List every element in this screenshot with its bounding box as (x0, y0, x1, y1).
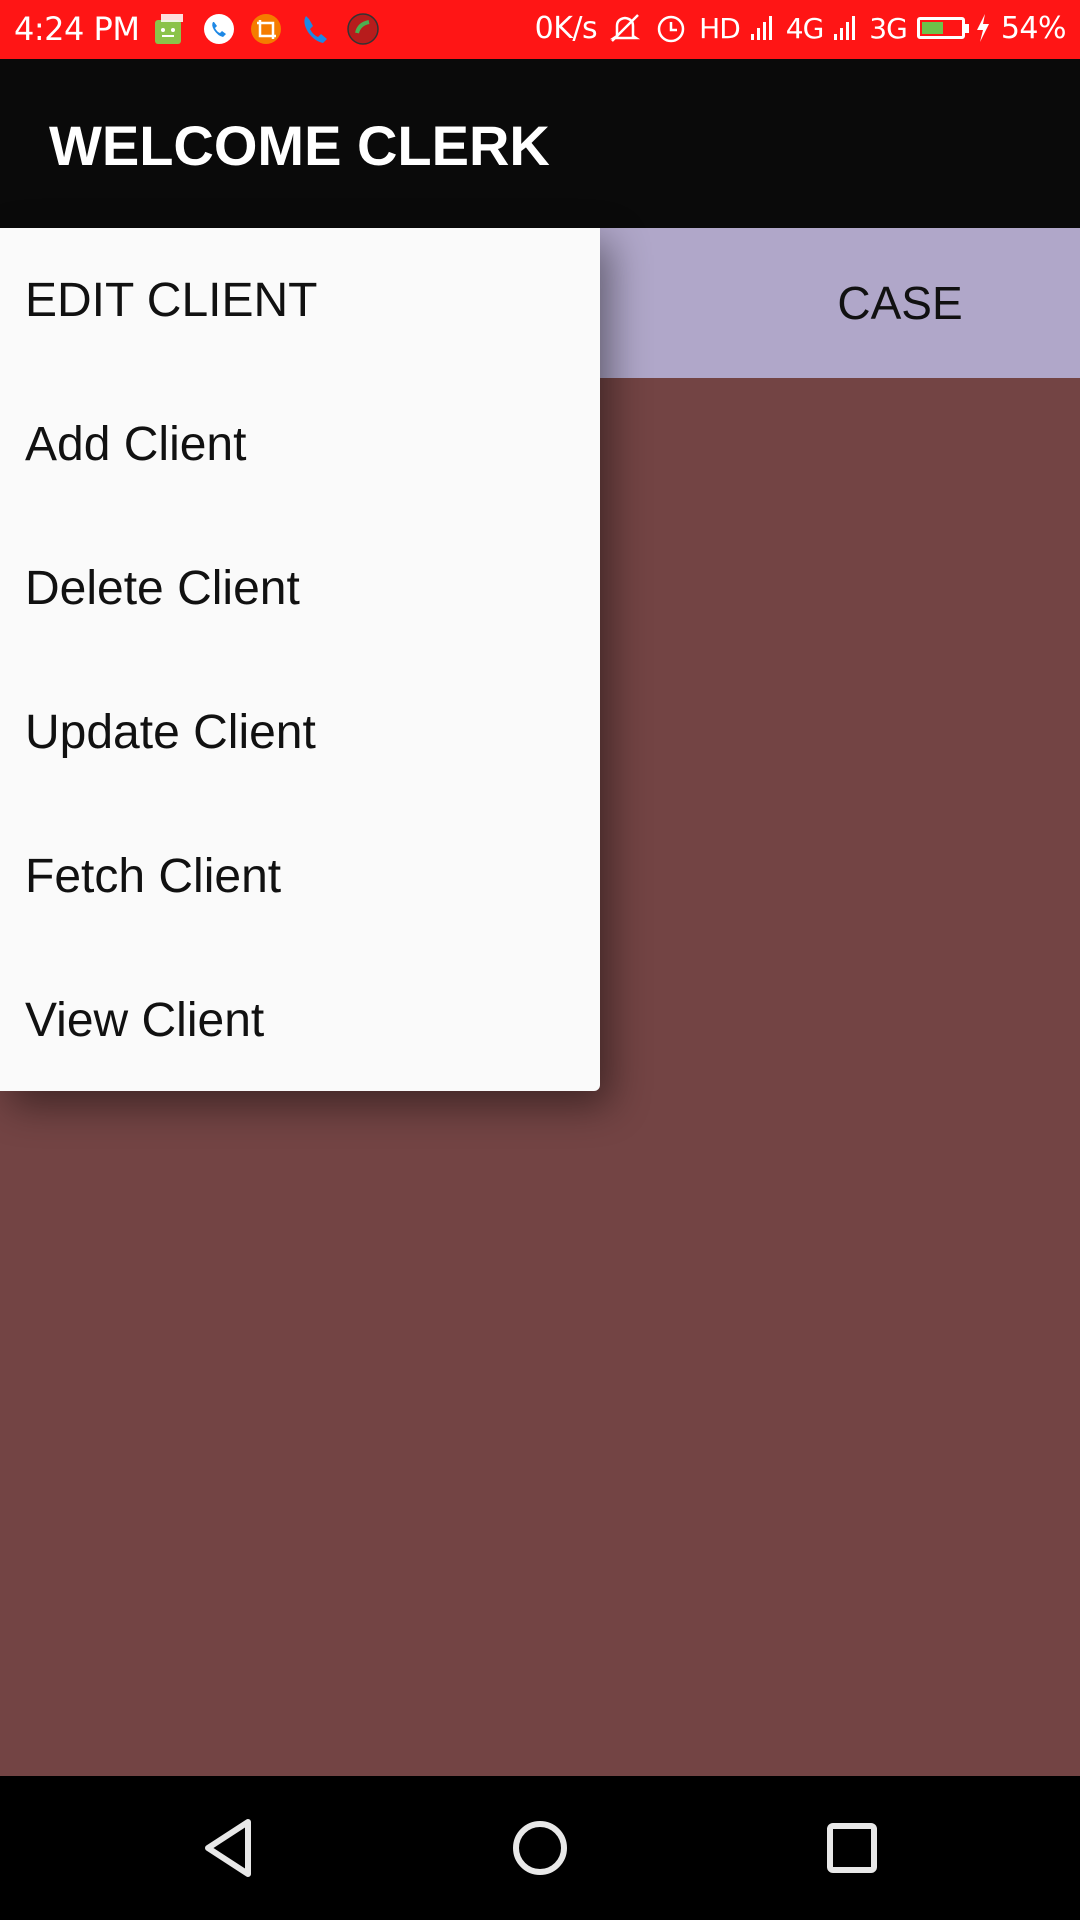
mute-icon (610, 14, 641, 42)
screenshot-icon (251, 14, 281, 44)
status-indicators: 0K/s HD 4G 3G 54% (534, 10, 1067, 46)
call-recorder-icon (347, 13, 379, 45)
menu-item-view-client[interactable]: View Client (0, 948, 600, 1092)
back-button[interactable] (178, 1798, 278, 1898)
charging-icon (976, 14, 989, 42)
network-speed: 0K/s (534, 10, 598, 46)
battery-icon (916, 17, 969, 39)
network-3g: 3G (869, 11, 908, 45)
hd-label: HD (699, 11, 741, 45)
app-bar: WELCOME CLERK (0, 59, 1080, 228)
tab-case[interactable]: CASE (790, 228, 1010, 378)
menu-item-update-client[interactable]: Update Client (0, 660, 600, 804)
battery-percent: 54% (1000, 10, 1067, 46)
menu-item-add-client[interactable]: Add Client (0, 372, 600, 516)
status-bar: 4:24 PM 0K/s HD 4G 3G 54% (0, 0, 1080, 59)
menu-item-edit-client[interactable]: EDIT CLIENT (0, 228, 600, 372)
recents-icon (827, 1823, 877, 1873)
recents-button[interactable] (802, 1798, 902, 1898)
menu-item-delete-client[interactable]: Delete Client (0, 516, 600, 660)
menu-item-fetch-client[interactable]: Fetch Client (0, 804, 600, 948)
signal-icon (750, 16, 772, 40)
back-icon (205, 1819, 251, 1877)
status-time: 4:24 PM (14, 10, 140, 48)
popup-menu: EDIT CLIENT Add Client Delete Client Upd… (0, 228, 600, 1091)
phone-call-icon (204, 14, 234, 44)
battery-level (921, 22, 943, 34)
android-app-icon (155, 14, 183, 44)
home-button[interactable] (490, 1798, 590, 1898)
phone-icon (304, 16, 327, 43)
app-title: WELCOME CLERK (49, 114, 550, 177)
signal-icon (834, 16, 856, 40)
home-icon (513, 1821, 567, 1875)
nav-bar (0, 1776, 1080, 1920)
alarm-icon (657, 15, 685, 43)
network-4g: 4G (785, 11, 825, 45)
